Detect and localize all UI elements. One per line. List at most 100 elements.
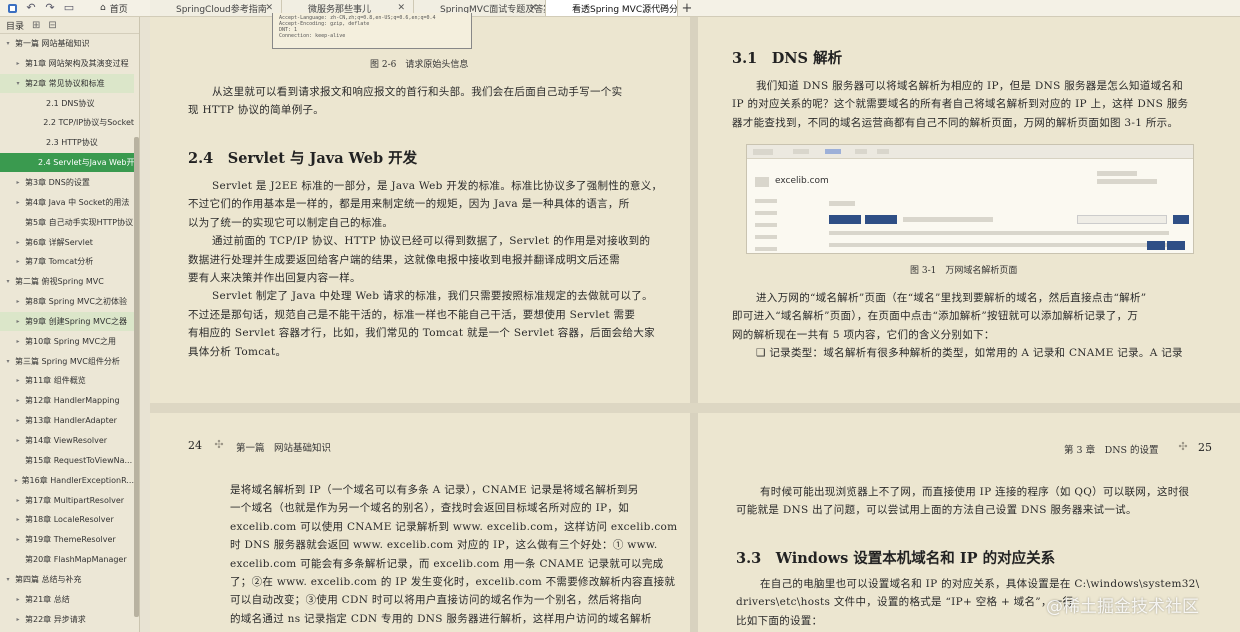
- chevron-down-icon[interactable]: ▾: [4, 278, 12, 285]
- chevron-right-icon[interactable]: ▸: [14, 258, 22, 265]
- pdf-reader-window: ↶ ↷ ▭ ⌂ 首页 SpringCloud参考指南 ✕ 微服务那些事儿 ✕ S…: [0, 0, 1240, 632]
- figure-nav-item: [855, 149, 867, 154]
- text-line: 即可进入“域名解析”页面），在页面中点击“添加解析”按钮就可以添加解析记录了，万: [732, 310, 1139, 323]
- figure-caption: 图 3-1 万网域名解析页面: [910, 266, 1018, 276]
- toc-item[interactable]: ▸ 第9章 创建Spring MVC之器: [0, 311, 134, 331]
- chevron-down-icon[interactable]: ▾: [4, 40, 12, 47]
- chevron-down-icon[interactable]: ▾: [4, 576, 12, 583]
- toolbar-icons: ↶ ↷ ▭: [0, 0, 92, 16]
- chevron-right-icon[interactable]: ▸: [14, 417, 22, 424]
- toc-item[interactable]: ▸ 第10章 Spring MVC之用: [0, 332, 134, 351]
- page-top-right: 3.1 DNS 解析 我们知道 DNS 服务器可以将域名解析为相应的 IP，但是…: [698, 17, 1240, 403]
- ornament-icon: ✣: [1178, 440, 1188, 453]
- expand-all-icon[interactable]: ⊞: [32, 20, 40, 31]
- chevron-right-icon[interactable]: ▸: [14, 239, 22, 246]
- close-icon[interactable]: ✕: [397, 3, 405, 13]
- toc-item[interactable]: ▸ 第13章 HandlerAdapter: [0, 411, 134, 430]
- text-line: 进入万网的“域名解析”页面（在“域名”里找到要解析的域名，然后直接点击“解析”: [756, 292, 1147, 304]
- toc-item[interactable]: 第15章 RequestToViewNa...: [0, 451, 134, 470]
- text-line: 了；②在 www. excelib.com 的 IP 发生变化时，excelib…: [230, 576, 676, 589]
- paragraph: 从这里就可以看到请求报文和响应报文的首行和头部。我们会在后面自己动手写一个实 现…: [188, 83, 678, 120]
- chevron-right-icon[interactable]: ▸: [14, 377, 22, 384]
- chevron-right-icon[interactable]: ▸: [14, 199, 22, 206]
- sidebar-scrollbar[interactable]: [134, 137, 139, 617]
- close-icon[interactable]: ✕: [529, 3, 537, 13]
- tab-springmvc-source[interactable]: 看透Spring MVC源代码分析... ✕: [546, 0, 678, 16]
- bookmark-icon[interactable]: ▭: [63, 2, 75, 14]
- chevron-down-icon[interactable]: ▾: [14, 80, 22, 87]
- toc-item[interactable]: ▾ 第四篇 总结与补充: [0, 570, 134, 589]
- toc-item-label: 第19章 ThemeResolver: [25, 535, 116, 545]
- toc-item[interactable]: ▸ 第21章 总结: [0, 590, 134, 609]
- toc-item[interactable]: ▸ 第22章 异步请求: [0, 610, 134, 629]
- toc-item[interactable]: ▾ 第一篇 网站基础知识: [0, 34, 134, 53]
- bullet-line: ❑ 记录类型：域名解析有很多种解析的类型，如常用的 A 记录和 CNAME 记录…: [756, 347, 1183, 360]
- figure-caption: 图 2-6 请求原始头信息: [370, 60, 469, 70]
- toc-item-label: 第11章 组件概览: [25, 376, 86, 386]
- close-icon[interactable]: ✕: [265, 3, 273, 13]
- chevron-right-icon[interactable]: ▸: [14, 298, 22, 305]
- chevron-right-icon[interactable]: ▸: [14, 536, 22, 543]
- page-bottom-left: 24 ✣ 第一篇 网站基础知识 是将域名解析到 IP（一个域名可以有多条 A 记…: [150, 413, 690, 632]
- toc-item[interactable]: ▾ 第三篇 Spring MVC组件分析: [0, 352, 134, 371]
- toc-item[interactable]: 2.4 Servlet与Java Web开发: [0, 153, 134, 173]
- toc-item[interactable]: ▸ 第11章 组件概览: [0, 371, 134, 390]
- toc-item[interactable]: ▸ 第18章 LocaleResolver: [0, 510, 134, 529]
- toc-item[interactable]: ▸ 第4章 Java 中 Socket的用法: [0, 193, 134, 212]
- chevron-right-icon[interactable]: ▸: [14, 596, 22, 603]
- toc-item[interactable]: 2.3 HTTP协议: [0, 133, 134, 152]
- chevron-right-icon[interactable]: ▸: [14, 397, 22, 404]
- chevron-down-icon[interactable]: ▾: [4, 358, 12, 365]
- toc-item-label: 第二篇 俯视Spring MVC: [15, 277, 104, 287]
- home-tab[interactable]: ⌂ 首页: [92, 0, 150, 16]
- text-line: 有时候可能出现浏览器上不了网，而直接使用 IP 连接的程序（如 QQ）可以联网，…: [760, 486, 1190, 498]
- toc-item[interactable]: 2.1 DNS协议: [0, 94, 134, 113]
- chevron-right-icon[interactable]: ▸: [14, 60, 22, 67]
- toc-item[interactable]: ▾ 第2章 常见协议和标准: [0, 73, 134, 93]
- toc-item[interactable]: ▸ 第8章 Spring MVC之初体验: [0, 292, 134, 311]
- figure-sidebar-line: [755, 223, 777, 227]
- figure-text: [1097, 171, 1137, 176]
- toc-item-label: 第18章 LocaleResolver: [25, 515, 114, 525]
- toc-item-label: 第10章 Spring MVC之用: [25, 336, 117, 346]
- toc-item[interactable]: ▸ 第19章 ThemeResolver: [0, 530, 134, 549]
- toc-item-label: 第6章 详解Servlet: [25, 237, 93, 247]
- text-line: 器才能查找到，不同的域名运营商都有自己不同的解析页面，万网的解析页面如图 3-1…: [732, 116, 1179, 129]
- toc-item[interactable]: 2.2 TCP/IP协议与Socket: [0, 113, 134, 132]
- toc-item-label: 第17章 MultipartResolver: [25, 495, 125, 505]
- toc-item[interactable]: 第20章 FlashMapManager: [0, 550, 134, 569]
- text-line: 网的解析现在一共有 5 项内容，它们的含义分别如下：: [732, 328, 995, 341]
- toc-item[interactable]: ▸ 第1章 网站架构及其演变过程: [0, 54, 134, 73]
- close-icon[interactable]: ✕: [661, 3, 669, 13]
- text-line: 从这里就可以看到请求报文和响应报文的首行和头部。我们会在后面自己动手写一个实: [212, 86, 623, 98]
- text-line: 可以自动改变；③使用 CDN 时可以将用户直接访问的域名作为一个别名，然后将指向: [230, 594, 642, 607]
- chevron-right-icon[interactable]: ▸: [14, 318, 22, 325]
- toc-item[interactable]: ▸ 第6章 详解Servlet: [0, 233, 134, 252]
- chevron-right-icon[interactable]: ▸: [14, 516, 22, 523]
- collapse-all-icon[interactable]: ⊟: [48, 20, 56, 31]
- chevron-right-icon[interactable]: ▸: [14, 616, 22, 623]
- chevron-right-icon[interactable]: ▸: [14, 338, 22, 345]
- new-tab-button[interactable]: +: [678, 0, 696, 16]
- toc-item[interactable]: ▸ 第16章 HandlerExceptionR...: [0, 471, 134, 490]
- toc-item[interactable]: ▸ 第3章 DNS的设置: [0, 173, 134, 192]
- chevron-right-icon[interactable]: ▸: [14, 497, 22, 504]
- toc-item[interactable]: ▾ 第二篇 俯视Spring MVC: [0, 272, 134, 291]
- toc-item[interactable]: ▸ 第14章 ViewResolver: [0, 431, 134, 450]
- section-heading: 3.3 Windows 设置本机域名和 IP 的对应关系: [736, 550, 1056, 567]
- redo-icon[interactable]: ↷: [44, 2, 56, 14]
- undo-icon[interactable]: ↶: [25, 2, 37, 14]
- code-block: Accept-Language: zh-CN,zh;q=0.8,en-US;q=…: [272, 13, 472, 49]
- toc-item[interactable]: ▸ 第7章 Tomcat分析: [0, 252, 134, 271]
- toc-item-label: 2.4 Servlet与Java Web开发: [38, 158, 134, 168]
- toc-item[interactable]: ▸ 第17章 MultipartResolver: [0, 491, 134, 510]
- toc-item[interactable]: 第5章 自己动手实现HTTP协议: [0, 213, 134, 232]
- figure-icon: [755, 177, 769, 187]
- toc-item[interactable]: ▸ 第12章 HandlerMapping: [0, 391, 134, 410]
- app-icon[interactable]: [6, 2, 18, 14]
- tab-springcloud[interactable]: SpringCloud参考指南 ✕: [150, 0, 282, 16]
- chevron-right-icon[interactable]: ▸: [14, 179, 22, 186]
- toc-item-label: 第16章 HandlerExceptionR...: [21, 475, 135, 485]
- figure-row: [829, 231, 1169, 235]
- chevron-right-icon[interactable]: ▸: [14, 437, 22, 444]
